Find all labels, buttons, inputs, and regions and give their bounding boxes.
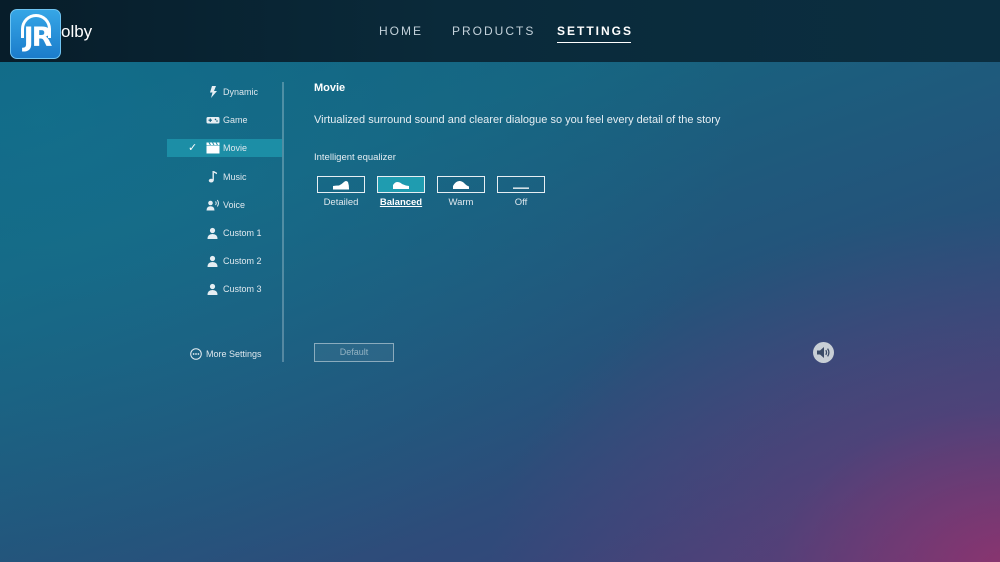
logo-badge: JR xyxy=(10,9,61,59)
checkmark-icon: ✓ xyxy=(188,142,198,154)
sidebar-item-label: Game xyxy=(223,115,248,125)
music-note-icon xyxy=(208,171,217,183)
default-button[interactable]: Default xyxy=(314,343,394,362)
volume-button[interactable] xyxy=(813,342,834,363)
person-icon xyxy=(207,227,218,239)
eq-curve-warm-icon xyxy=(453,180,469,189)
speaking-person-icon xyxy=(206,199,219,211)
sidebar-item-custom-2[interactable]: Custom 2 xyxy=(167,252,282,270)
eq-label-off: Off xyxy=(514,197,528,208)
sidebar-item-label: Custom 3 xyxy=(223,284,262,294)
sidebar-item-label: Dynamic xyxy=(223,87,259,97)
more-settings-label: More Settings xyxy=(206,349,262,359)
lightning-icon xyxy=(210,86,217,98)
eq-curve-detailed-icon xyxy=(333,181,349,190)
top-bar: JR olby HOME PRODUCTS SETTINGS xyxy=(0,0,1000,62)
eq-curve-off-icon xyxy=(513,187,529,189)
sidebar-item-label: Custom 1 xyxy=(223,228,262,238)
sidebar-item-label: Movie xyxy=(223,143,248,153)
logo-monogram: JR xyxy=(23,22,53,53)
sidebar-item-music[interactable]: Music xyxy=(167,168,282,186)
eq-option-off[interactable] xyxy=(497,176,545,193)
profile-description: Virtualized surround sound and clearer d… xyxy=(314,114,721,126)
eq-label-detailed: Detailed xyxy=(323,197,359,208)
brand-logo[interactable]: JR olby xyxy=(10,9,100,59)
eq-option-warm[interactable] xyxy=(437,176,485,193)
eq-option-balanced[interactable] xyxy=(377,176,425,193)
logo-wordmark: olby xyxy=(61,22,93,41)
nav-settings[interactable]: SETTINGS xyxy=(557,24,633,43)
more-dots-icon xyxy=(190,348,202,360)
sidebar-item-label: Voice xyxy=(223,200,246,210)
person-icon xyxy=(207,255,218,267)
equalizer-label: Intelligent equalizer xyxy=(314,152,396,163)
sidebar-item-game[interactable]: Game xyxy=(167,111,282,129)
sidebar-item-movie[interactable]: ✓ Movie xyxy=(167,139,282,157)
person-icon xyxy=(207,283,218,295)
eq-label-balanced: Balanced xyxy=(379,197,423,208)
nav-products[interactable]: PRODUCTS xyxy=(452,24,535,38)
sidebar-item-custom-3[interactable]: Custom 3 xyxy=(167,280,282,298)
sidebar-item-voice[interactable]: Voice xyxy=(167,196,282,214)
sidebar-item-dynamic[interactable]: Dynamic xyxy=(167,83,282,101)
gamepad-icon xyxy=(206,117,220,124)
sidebar-item-label: Music xyxy=(223,172,247,182)
sidebar: Dynamic Game ✓ Movie Music Voice Custom … xyxy=(167,82,284,362)
sidebar-item-custom-1[interactable]: Custom 1 xyxy=(167,224,282,242)
eq-curve-balanced-icon xyxy=(393,182,409,189)
eq-label-warm: Warm xyxy=(448,197,474,208)
nav-home[interactable]: HOME xyxy=(379,24,423,38)
clapperboard-icon xyxy=(206,142,220,154)
speaker-volume-icon xyxy=(817,347,830,358)
eq-option-detailed[interactable] xyxy=(317,176,365,193)
page-title: Movie xyxy=(314,82,346,94)
sidebar-item-label: Custom 2 xyxy=(223,256,262,266)
